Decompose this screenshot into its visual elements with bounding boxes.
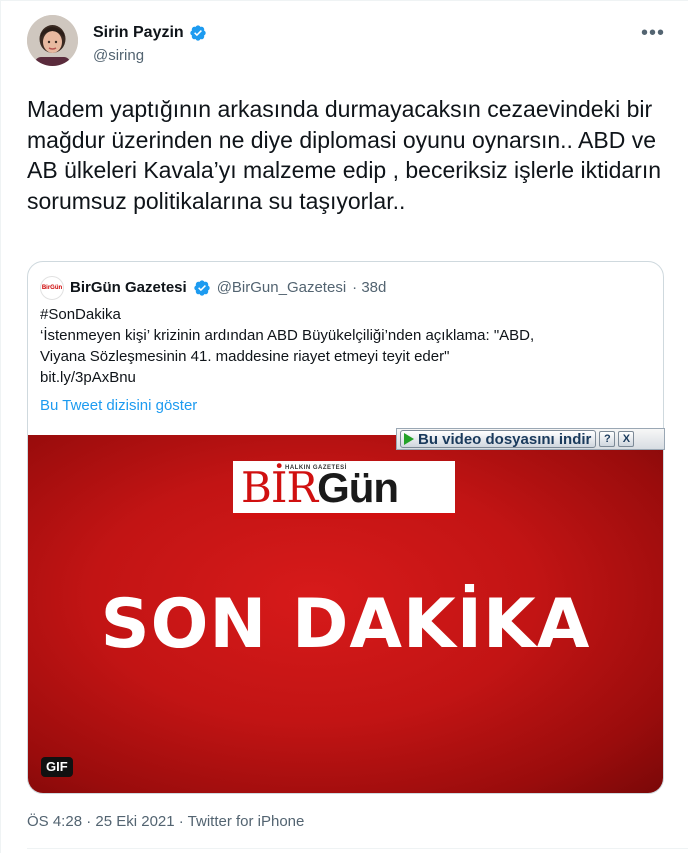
quoted-text-line: bit.ly/3pAxBnu: [40, 369, 136, 386]
quoted-author-handle: @BirGun_Gazetesi: [216, 279, 347, 296]
media-headline: SON DAKİKA: [100, 585, 591, 664]
birgun-logo: HALKIN GAZETESİ BİRGün: [233, 461, 455, 519]
avatar-image: [27, 15, 78, 66]
logo-gun: Gün: [317, 464, 399, 511]
play-icon: [404, 433, 414, 445]
logo-bir: BİR: [241, 463, 318, 512]
top-divider: [0, 0, 688, 1]
author-name-text: Sirin Payzin: [93, 24, 184, 41]
avatar[interactable]: [27, 15, 78, 66]
quoted-tweet-age[interactable]: · 38d: [352, 278, 386, 298]
verified-badge-icon: [194, 280, 210, 296]
download-video-button[interactable]: Bu video dosyasını indir: [400, 430, 597, 448]
download-video-label: Bu video dosyasını indir: [418, 430, 592, 448]
quoted-author-name[interactable]: BirGün Gazetesi: [70, 278, 187, 298]
quoted-text-line: #SonDakika: [40, 306, 121, 323]
close-icon[interactable]: X: [618, 431, 635, 447]
left-divider: [0, 0, 1, 853]
verified-badge-icon: [190, 25, 206, 41]
logo-wordmark: BİRGün: [241, 463, 399, 512]
quoted-author-avatar[interactable]: BirGün: [40, 276, 64, 300]
quoted-tweet-header: BirGün BirGün Gazetesi @BirGun_Gazetesi …: [40, 276, 386, 300]
author-name[interactable]: Sirin Payzin: [93, 23, 207, 43]
help-icon[interactable]: ?: [599, 431, 616, 447]
quoted-tweet-text: #SonDakika ‘İstenmeyen kişi’ krizinin ar…: [40, 304, 650, 388]
tweet-text: Madem yaptığının arkasında durmayacaksın…: [27, 96, 662, 214]
more-options-icon[interactable]: •••: [641, 23, 665, 43]
gif-media[interactable]: HALKIN GAZETESİ BİRGün SON DAKİKA GIF: [28, 435, 663, 793]
quoted-text-line: Viyana Sözleşmesinin 41. maddesine riaye…: [40, 348, 450, 365]
tweet-timestamp[interactable]: ÖS 4:28 · 25 Eki 2021 · Twitter for iPho…: [27, 812, 304, 832]
quoted-tweet[interactable]: BirGün BirGün Gazetesi @BirGun_Gazetesi …: [27, 261, 664, 794]
show-thread-link[interactable]: Bu Tweet dizisini göster: [40, 396, 197, 416]
bottom-divider: [27, 848, 688, 849]
author-handle[interactable]: @siring: [93, 46, 144, 66]
video-download-toolbar: Bu video dosyasını indir ? X: [396, 428, 665, 450]
gif-badge: GIF: [41, 757, 73, 777]
quoted-text-line: ‘İstenmeyen kişi’ krizinin ardından ABD …: [40, 327, 535, 344]
